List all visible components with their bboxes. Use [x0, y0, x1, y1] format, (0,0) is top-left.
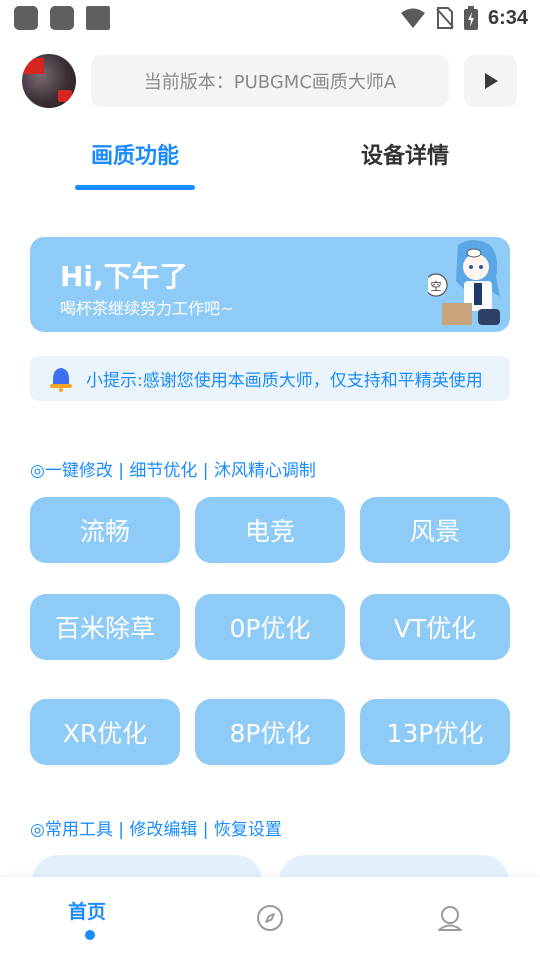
section-title-tools: ◎常用工具 | 修改编辑 | 恢复设置 — [30, 820, 282, 840]
wifi-icon — [400, 8, 425, 28]
battery-charging-icon — [463, 6, 478, 30]
clock: 6:34 — [487, 6, 528, 29]
avatar[interactable] — [22, 54, 76, 108]
version-display: 当前版本：PUBGMC画质大师A — [91, 55, 449, 107]
app-notification-icon — [14, 6, 38, 30]
mascot-illustration: 空 — [428, 240, 500, 325]
option-smooth-button[interactable]: 流畅 — [30, 497, 180, 563]
no-sim-icon — [436, 7, 454, 29]
version-text: 当前版本：PUBGMC画质大师A — [143, 72, 397, 93]
tab-device-details[interactable]: 设备详情 — [361, 138, 449, 170]
status-bar: 6:34 — [0, 0, 540, 36]
section-title-quick: ◎一键修改 | 细节优化 | 沐风精心调制 — [30, 461, 316, 481]
play-icon — [484, 73, 498, 89]
greeting-subtitle: 喝杯茶继续努力工作吧~ — [60, 299, 234, 318]
option-8p-optimize-button[interactable]: 8P优化 — [195, 699, 345, 765]
mascot-label: 空 — [431, 279, 442, 293]
play-button[interactable] — [464, 55, 517, 107]
greeting-card: Hi,下午了 喝杯茶继续努力工作吧~ 空 — [30, 237, 510, 332]
user-icon[interactable] — [435, 903, 465, 933]
option-scenery-button[interactable]: 风景 — [360, 497, 510, 563]
option-xr-optimize-button[interactable]: XR优化 — [30, 699, 180, 765]
bottom-nav: 首页 — [0, 877, 540, 960]
app-notification-icon — [86, 6, 110, 30]
compass-icon[interactable] — [255, 903, 285, 933]
nav-active-dot — [85, 930, 95, 940]
option-grass-removal-button[interactable]: 百米除草 — [30, 594, 180, 660]
app-notification-icon — [50, 6, 74, 30]
option-esports-button[interactable]: 电竞 — [195, 497, 345, 563]
nav-home-label[interactable]: 首页 — [68, 897, 106, 924]
bell-icon — [50, 367, 72, 392]
tab-indicator — [75, 185, 195, 190]
option-vt-optimize-button[interactable]: VT优化 — [360, 594, 510, 660]
tip-text: 小提示:感谢您使用本画质大师，仅支持和平精英使用 — [86, 371, 483, 391]
tip-bar: 小提示:感谢您使用本画质大师，仅支持和平精英使用 — [30, 356, 510, 401]
option-13p-optimize-button[interactable]: 13P优化 — [360, 699, 510, 765]
tab-quality-features[interactable]: 画质功能 — [91, 138, 179, 170]
greeting-title: Hi,下午了 — [60, 260, 188, 293]
option-0p-optimize-button[interactable]: 0P优化 — [195, 594, 345, 660]
